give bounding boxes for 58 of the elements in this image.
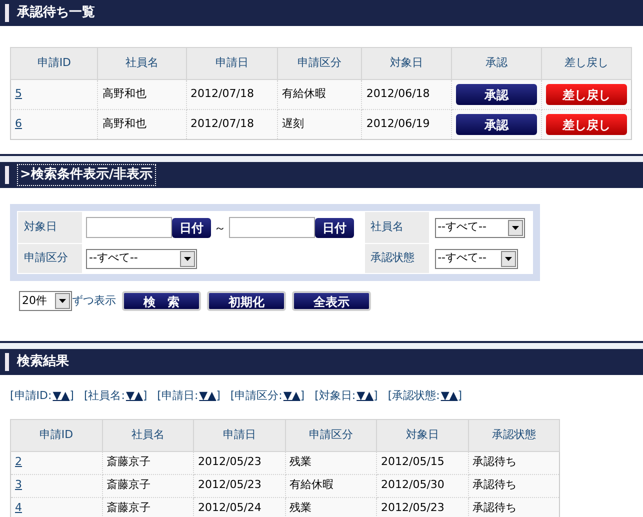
button[interactable]: 承認 <box>456 114 537 135</box>
column-header: 承認状態 <box>468 419 560 451</box>
id-link[interactable]: 3 <box>15 478 22 492</box>
sort-label: [社員名: <box>84 388 125 404</box>
id-link[interactable]: 5 <box>15 87 22 100</box>
bracket-text: ] <box>70 388 74 404</box>
bracket-text: ] <box>142 388 148 404</box>
section-title: 承認待ち一覧 <box>17 4 95 22</box>
sort-link[interactable]: ▼▲ <box>356 388 374 404</box>
bracket-text: ] <box>374 388 378 404</box>
button[interactable]: 初期化 <box>207 291 286 311</box>
reject-button[interactable]: 差し戻し <box>546 114 627 135</box>
date-input[interactable] <box>86 217 172 238</box>
bracket-text: ] <box>216 388 220 404</box>
sort-link[interactable]: ▼▲ <box>199 388 216 404</box>
sort-label: [申請区分: <box>230 388 282 404</box>
sort-label: [申請日: <box>157 388 198 404</box>
date-input[interactable] <box>229 217 315 238</box>
button[interactable]: 検 索 <box>122 291 201 311</box>
sort-link[interactable]: ▼▲ <box>126 388 143 404</box>
id-link[interactable]: 2 <box>15 455 22 468</box>
sort-link[interactable]: ▼▲ <box>52 388 70 404</box>
button[interactable]: 全表示 <box>292 291 371 311</box>
column-header: 申請ID <box>10 48 98 80</box>
id-link[interactable]: 6 <box>15 117 22 130</box>
caret-icon <box>55 293 70 309</box>
dropdown[interactable]: --すべて-- <box>434 248 518 268</box>
range-separator: ～ <box>214 220 226 236</box>
column-header: 対象日 <box>376 419 468 451</box>
dropdown[interactable]: --すべて-- <box>86 248 197 268</box>
reject-button[interactable]: 差し戻し <box>546 84 627 105</box>
sort-label: [対象日: <box>314 388 356 404</box>
sort-link[interactable]: ▼▲ <box>283 388 300 404</box>
bracket-text: ] <box>458 388 462 404</box>
caret-icon <box>180 250 195 266</box>
column-header: 社員名 <box>102 419 194 451</box>
field-label: 社員名 <box>370 220 404 234</box>
field-label: 承認状態 <box>370 251 415 264</box>
sort-label: [承認状態: <box>388 388 440 404</box>
column-header: 申請日 <box>194 419 285 451</box>
toggle-link[interactable]: >検索条件表示/非表示 <box>17 164 156 186</box>
button[interactable]: 日付 <box>315 218 354 238</box>
button[interactable]: 日付 <box>172 218 211 238</box>
column-header: 申請区分 <box>285 419 376 451</box>
id-link[interactable]: 4 <box>15 501 22 514</box>
button[interactable]: 承認 <box>456 84 537 105</box>
field-label: 対象日 <box>24 220 57 234</box>
sort-link[interactable]: ▼▲ <box>440 388 458 404</box>
bracket-text: ] <box>300 388 305 404</box>
sort-label: [申請ID: <box>10 388 52 404</box>
caret-icon <box>508 220 523 236</box>
column-header: 申請ID <box>10 419 102 451</box>
dropdown[interactable]: 20件 <box>19 291 72 311</box>
caret-icon <box>500 250 516 266</box>
field-label: 申請区分 <box>24 251 68 264</box>
dropdown[interactable]: --すべて-- <box>434 218 525 238</box>
per-page-label: ずつ表示 <box>72 292 116 309</box>
section-title: 検索結果 <box>17 352 69 372</box>
